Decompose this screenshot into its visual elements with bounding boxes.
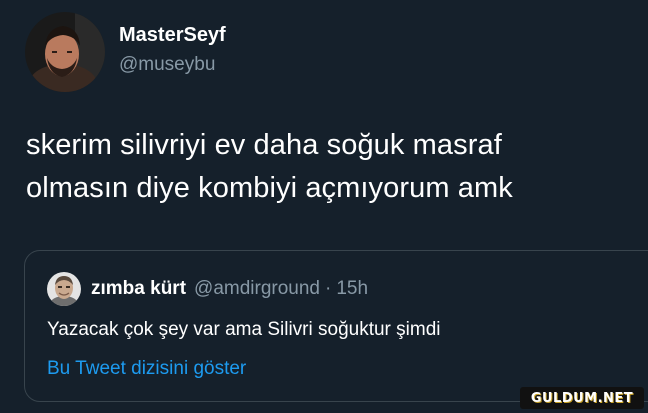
- user-photo-icon: [25, 12, 105, 92]
- tweet-text-line: olmasın diye kombiyi açmıyorum amk: [26, 172, 513, 204]
- tweet: MasterSeyf @museybu skerim silivriyi ev …: [0, 0, 648, 413]
- quoted-author-handle[interactable]: @amdirground: [194, 278, 320, 300]
- watermark-logo: GULDUM.NET: [520, 387, 644, 409]
- quoted-tweet-timestamp[interactable]: 15h: [336, 278, 368, 300]
- tweet-text-line: skerim silivriyi ev daha soğuk masraf: [26, 129, 502, 161]
- quoted-tweet-text: Yazacak çok şey var ama Silivri soğuktur…: [47, 319, 441, 340]
- author-avatar[interactable]: [25, 12, 105, 92]
- quoted-author-avatar[interactable]: [47, 272, 81, 306]
- quoted-tweet-card[interactable]: zımba kürt @amdirground · 15h Yazacak ço…: [24, 250, 648, 402]
- separator-dot: ·: [325, 278, 332, 299]
- tweet-text: skerim silivriyi ev daha soğuk masraf ol…: [26, 124, 626, 210]
- author-display-name[interactable]: MasterSeyf: [119, 22, 226, 48]
- user-photo-icon: [47, 272, 81, 306]
- author-handle[interactable]: @museybu: [119, 52, 215, 78]
- quoted-tweet-header: zımba kürt @amdirground · 15h: [47, 271, 368, 307]
- watermark-text: GULDUM.NET: [530, 390, 634, 406]
- show-thread-link[interactable]: Bu Tweet dizisini göster: [47, 356, 246, 382]
- quoted-author-display-name[interactable]: zımba kürt: [91, 278, 186, 300]
